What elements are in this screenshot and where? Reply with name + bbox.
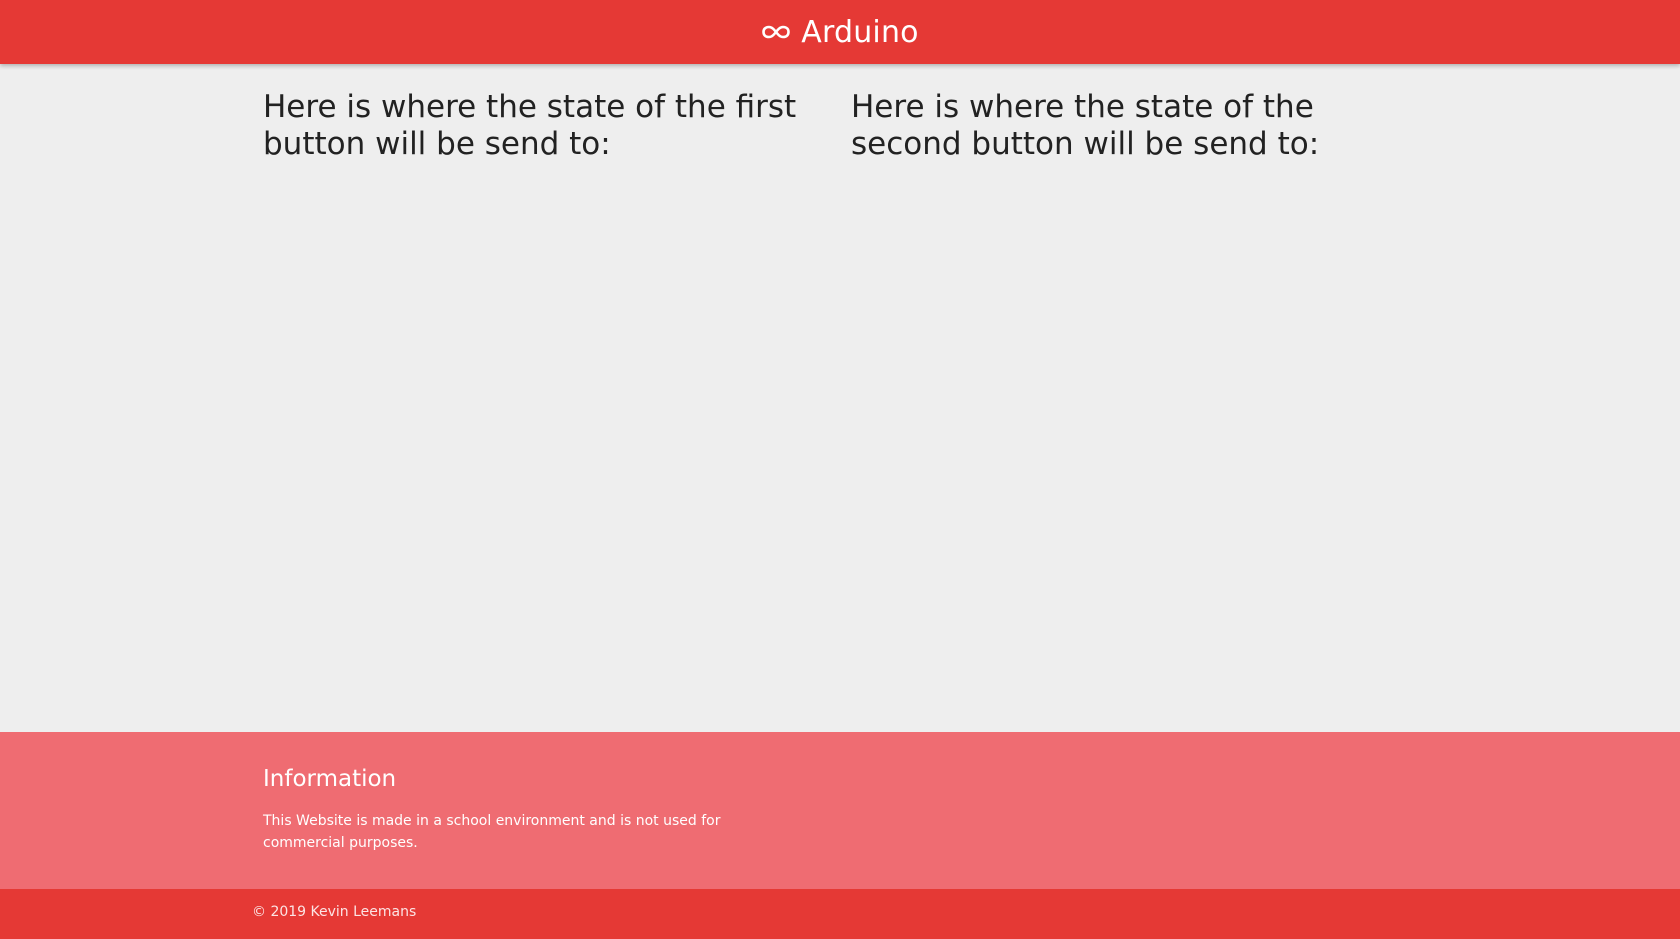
infinity-icon [761, 24, 791, 40]
brand-title: Arduino [801, 14, 919, 50]
footer-copyright-bar: © 2019 Kevin Leemans [0, 889, 1680, 939]
footer-title: Information [263, 766, 397, 792]
copyright-text: © 2019 Kevin Leemans [252, 904, 417, 920]
second-button-state-text: Here is where the state of the second bu… [851, 89, 1320, 162]
top-navbar: Arduino [0, 0, 1680, 64]
main-content: Here is where the state of the first but… [0, 64, 1680, 732]
page-footer: Information This Website is made in a sc… [0, 732, 1680, 889]
footer-description: This Website is made in a school environ… [263, 813, 721, 851]
brand-logo-link[interactable]: Arduino [761, 15, 919, 50]
first-button-state-text: Here is where the state of the first but… [263, 89, 797, 162]
